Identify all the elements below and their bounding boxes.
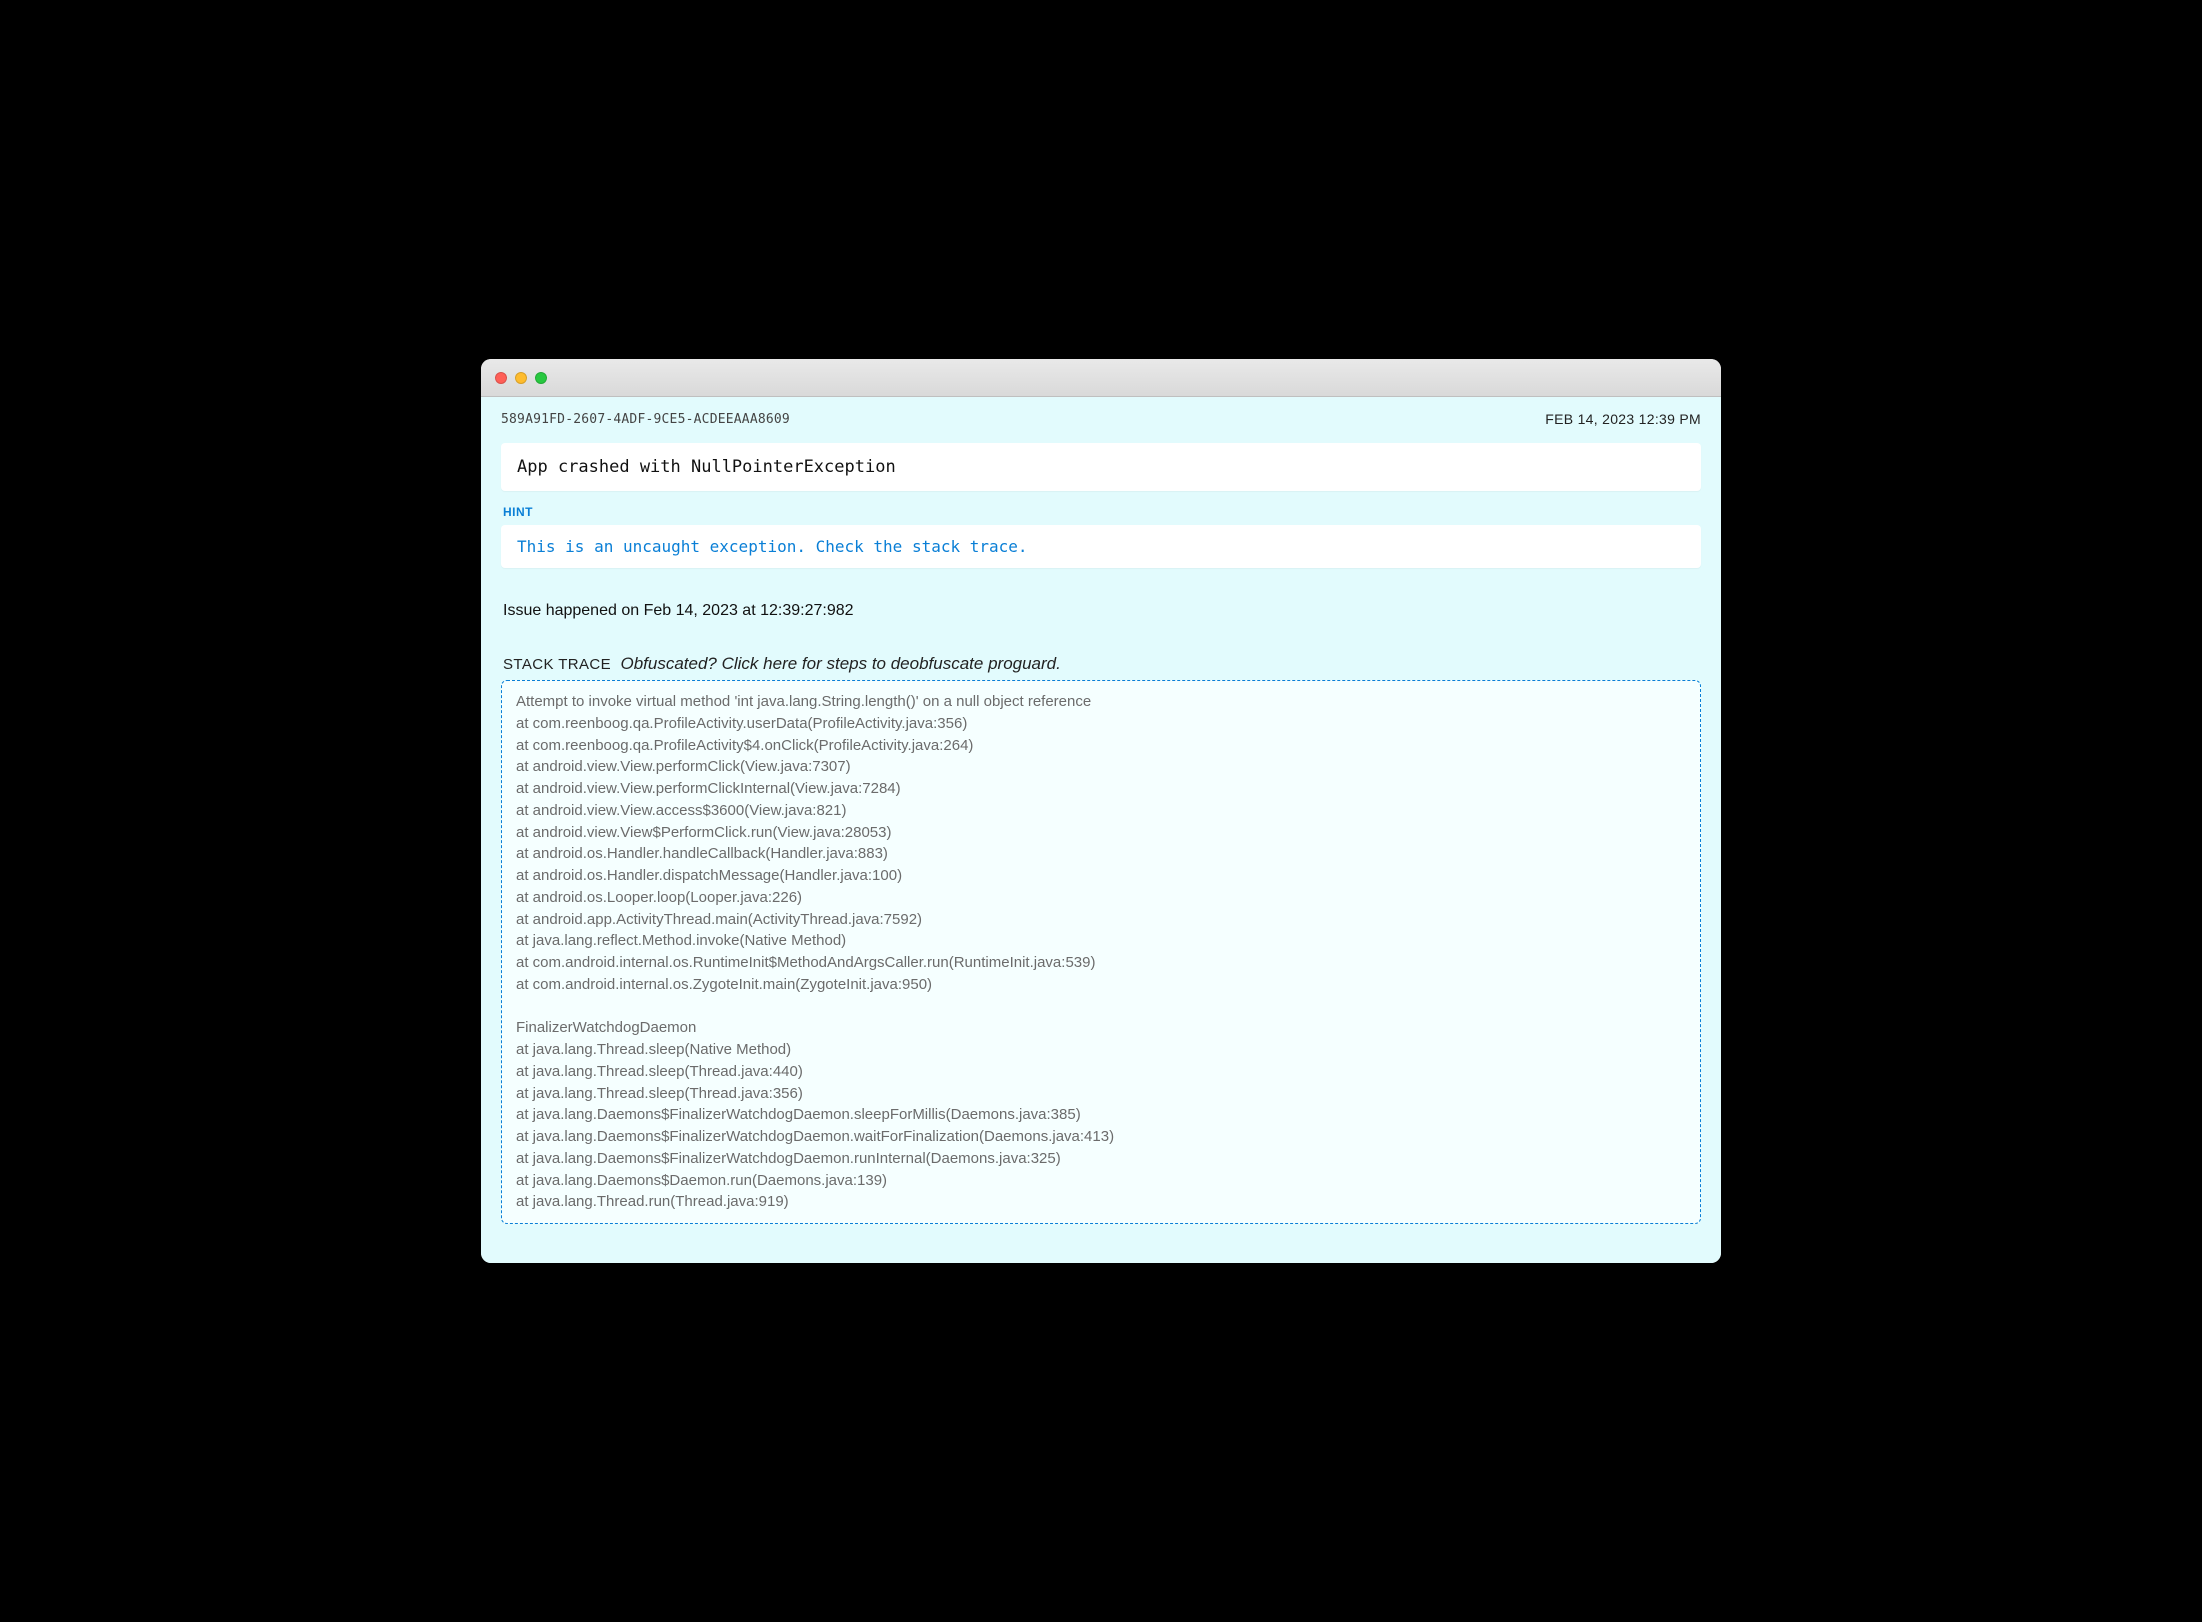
issue-time: Issue happened on Feb 14, 2023 at 12:39:… bbox=[503, 602, 1699, 620]
stacktrace-box[interactable]: Attempt to invoke virtual method 'int ja… bbox=[501, 680, 1701, 1224]
crash-title: App crashed with NullPointerException bbox=[517, 457, 1685, 477]
stacktrace-header: STACK TRACE Obfuscated? Click here for s… bbox=[503, 654, 1699, 674]
deobfuscate-link[interactable]: Obfuscated? Click here for steps to deob… bbox=[620, 654, 1060, 673]
hint-label: HINT bbox=[503, 505, 1699, 519]
close-icon[interactable] bbox=[495, 372, 507, 384]
app-window: 589A91FD-2607-4ADF-9CE5-ACDEEAAA8609 FEB… bbox=[481, 359, 1721, 1263]
crash-title-panel: App crashed with NullPointerException bbox=[501, 443, 1701, 491]
crash-timestamp: FEB 14, 2023 12:39 PM bbox=[1545, 411, 1701, 427]
hint-panel: This is an uncaught exception. Check the… bbox=[501, 525, 1701, 568]
crash-id: 589A91FD-2607-4ADF-9CE5-ACDEEAAA8609 bbox=[501, 412, 790, 427]
meta-row: 589A91FD-2607-4ADF-9CE5-ACDEEAAA8609 FEB… bbox=[481, 397, 1721, 437]
hint-text: This is an uncaught exception. Check the… bbox=[517, 537, 1028, 556]
fullscreen-icon[interactable] bbox=[535, 372, 547, 384]
minimize-icon[interactable] bbox=[515, 372, 527, 384]
content-area: 589A91FD-2607-4ADF-9CE5-ACDEEAAA8609 FEB… bbox=[481, 397, 1721, 1263]
stacktrace-label: STACK TRACE bbox=[503, 656, 611, 673]
titlebar bbox=[481, 359, 1721, 397]
